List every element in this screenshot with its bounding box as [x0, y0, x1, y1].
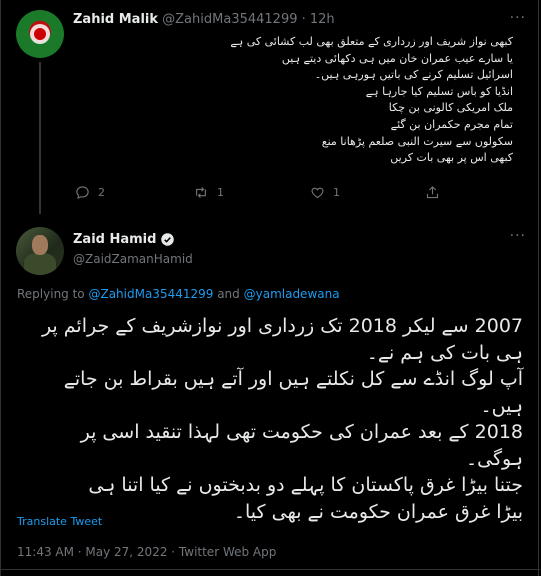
share-icon: [426, 186, 439, 199]
like-count: 1: [333, 186, 340, 199]
text-line: آپ لوگ انڈے سے کل نکلتے ہیں اور آتے ہیں …: [63, 368, 523, 390]
like-button[interactable]: 1: [310, 185, 340, 200]
author-name[interactable]: Zahid Malik: [73, 12, 158, 27]
replying-and: and: [213, 287, 244, 301]
author-handle-time[interactable]: @ZahidMa35441299 · 12h: [162, 12, 335, 27]
reply-count: 2: [98, 186, 105, 199]
more-icon[interactable]: ···: [510, 228, 526, 244]
tweet-header: Zahid Malik @ZahidMa35441299 · 12h: [73, 12, 335, 27]
mention-link[interactable]: @yamladewana: [244, 287, 340, 301]
text-line: کبھی نواز شریف اور زرداری کے متعلق بھی ل…: [230, 35, 513, 48]
text-line: 2018 کے بعد عمران کی حکومت تھی لہذا تنقی…: [80, 421, 523, 443]
tweet-text: 2007 سے لیکر 2018 تک زرداری اور نوازشریف…: [15, 313, 523, 525]
retweet-button[interactable]: 1: [193, 185, 224, 200]
text-line: ہیں۔: [480, 394, 523, 417]
text-line: انڈیا کو باس تسلیم کیا جارہا ہے: [365, 84, 513, 98]
author-name[interactable]: Zaid Hamid: [73, 232, 156, 247]
replying-to: Replying to @ZahidMa35441299 and @yamlad…: [17, 287, 340, 301]
reply-icon: [76, 186, 89, 200]
avatar[interactable]: [16, 227, 64, 275]
focused-tweet: Zaid Hamid @ZaidZamanHamid ··· Replying …: [1, 215, 540, 576]
text-line: جتنا بیڑا غرق پاکستان کا پہلے دو بدبختوں…: [88, 474, 523, 496]
text-line: ہوگی۔: [466, 447, 523, 470]
parent-tweet[interactable]: Zahid Malik @ZahidMa35441299 · 12h ··· ک…: [1, 0, 540, 214]
divider: [1, 569, 540, 570]
retweet-icon: [196, 187, 206, 198]
more-icon[interactable]: ···: [510, 10, 526, 26]
like-icon: [311, 187, 324, 199]
author-name-row[interactable]: Zaid Hamid: [73, 232, 175, 247]
text-line: اسرائیل تسلیم کرنے کی باتیں ہورہی ہیں۔: [314, 68, 513, 82]
text-line: کبھی اس پر بھی بات کریں: [390, 151, 513, 165]
verified-badge-icon: [161, 233, 175, 246]
avatar[interactable]: [16, 10, 64, 58]
mention-link[interactable]: @ZahidMa35441299: [88, 287, 213, 301]
replying-prefix: Replying to: [17, 287, 89, 301]
author-handle[interactable]: @ZaidZamanHamid: [73, 252, 193, 266]
tweet-text: کبھی نواز شریف اور زرداری کے متعلق بھی ل…: [73, 34, 513, 167]
text-line: ملک امریکی کالونی بن چکا: [388, 101, 513, 115]
tweet-timestamp[interactable]: 11:43 AM · May 27, 2022 · Twitter Web Ap…: [17, 545, 276, 559]
text-line: یا سارے عیب عمران خان میں ہی دکھائی دیتے…: [281, 51, 513, 65]
translate-tweet-link[interactable]: Translate Tweet: [17, 515, 102, 528]
reply-button[interactable]: 2: [75, 185, 105, 200]
text-line: سکولوں سے سیرت النبی صلعم پڑھانا منع: [321, 134, 513, 148]
text-line: 2007 سے لیکر 2018 تک زرداری اور نوازشریف…: [41, 315, 523, 337]
timeline-frame: Zahid Malik @ZahidMa35441299 · 12h ··· ک…: [0, 0, 540, 576]
retweet-count: 1: [217, 186, 224, 199]
text-line: ہی بات کی ہم نے۔: [366, 341, 523, 364]
text-line: تمام مجرم حکمران بن گئے: [390, 117, 513, 131]
share-button[interactable]: [425, 185, 440, 200]
thread-connector: [39, 62, 41, 214]
